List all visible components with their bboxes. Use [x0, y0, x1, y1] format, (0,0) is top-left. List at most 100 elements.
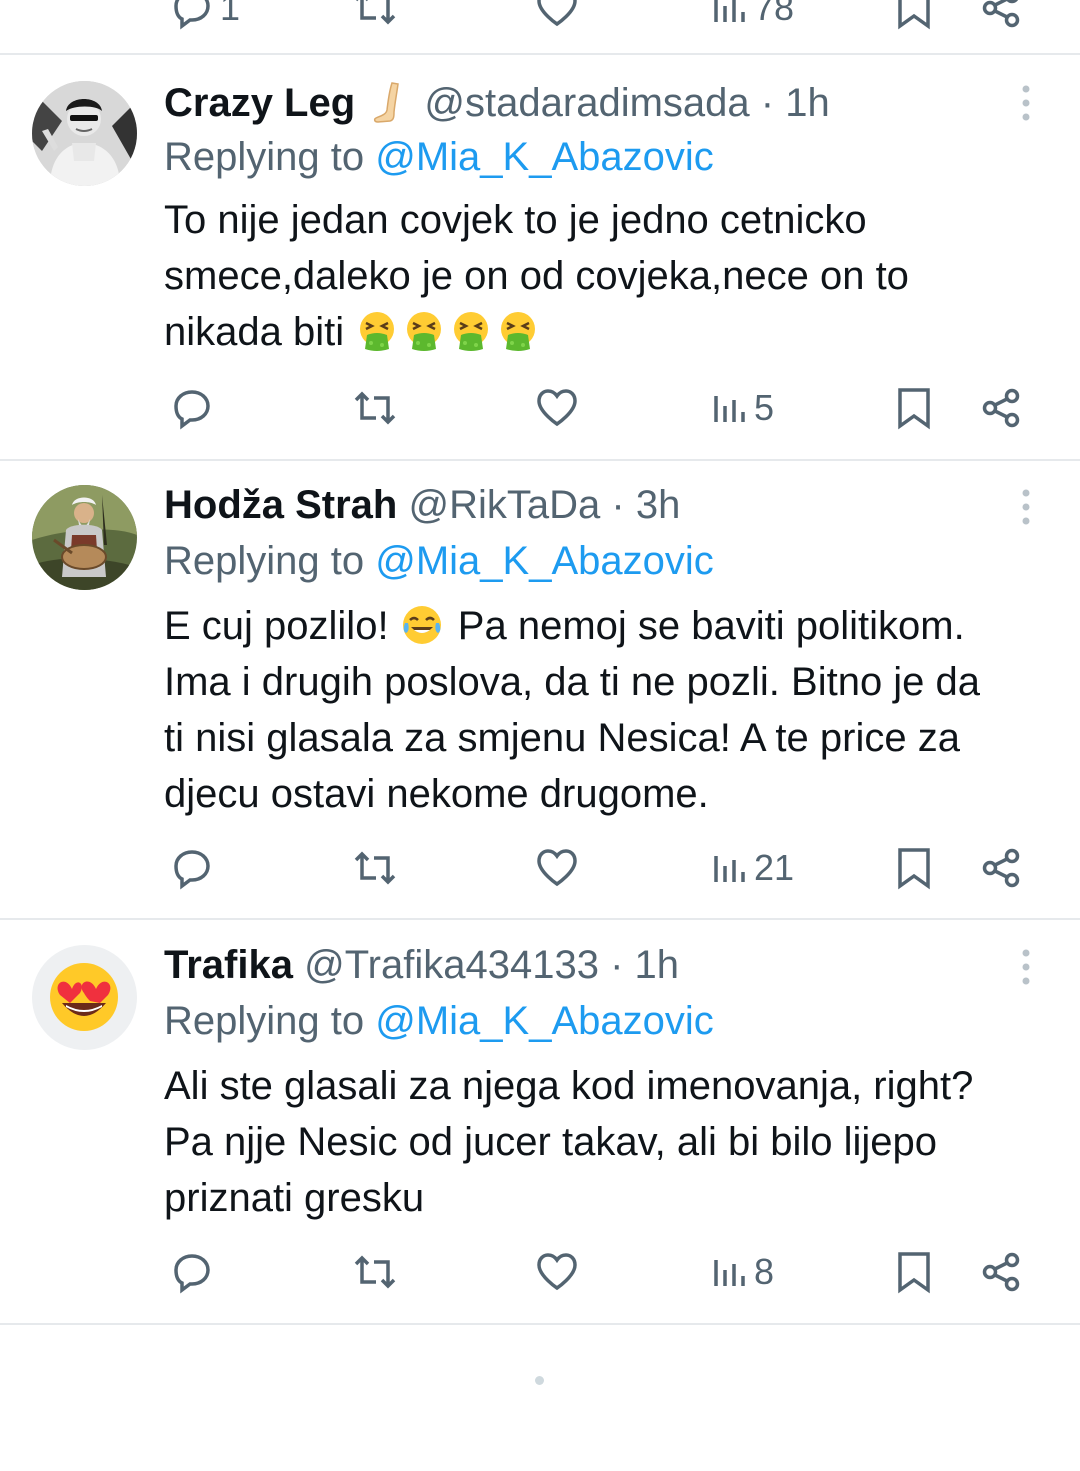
repost-icon [354, 1255, 396, 1289]
reply-button[interactable] [170, 378, 214, 438]
views-icon [714, 0, 745, 22]
timestamp[interactable]: 1h [635, 943, 680, 987]
tweet-actions: 21 [0, 838, 1080, 898]
bookmark-button[interactable] [894, 1242, 934, 1302]
share-button[interactable] [980, 838, 1024, 898]
views-button[interactable]: 8 [712, 1242, 774, 1302]
avatar-painting-drummer-icon [32, 485, 137, 590]
vomiting-face-icon [454, 312, 489, 351]
vomiting-face-emojis [355, 310, 543, 354]
reply-icon [174, 0, 210, 30]
reply-button[interactable] [170, 1242, 214, 1302]
previous-tweet-actions: 1 78 [0, 0, 1080, 30]
views-count: 21 [754, 847, 795, 888]
tweet-text: Ali ste glasali za njega kod imenovanja,… [164, 1064, 974, 1220]
share-button[interactable] [980, 378, 1024, 438]
more-options-button[interactable] [1014, 81, 1038, 125]
loading-indicator [535, 1376, 544, 1385]
bookmark-icon [898, 388, 930, 430]
avatar-photo-man-icon [32, 81, 137, 186]
bookmark-icon [898, 1252, 930, 1294]
tweet-header: Crazy Leg @stadaradimsada · 1h [164, 78, 830, 128]
share-icon [982, 848, 1020, 888]
mention-link[interactable]: @Mia_K_Abazovic [375, 999, 714, 1043]
share-icon [982, 388, 1020, 428]
repost-button[interactable] [352, 1242, 398, 1302]
replying-prefix: Replying to [164, 135, 376, 179]
repost-button[interactable] [352, 0, 398, 38]
reply-icon [174, 390, 210, 430]
avatar[interactable] [32, 485, 137, 590]
share-button[interactable] [980, 0, 1024, 38]
separator-dot: · [611, 483, 625, 527]
display-name[interactable]: Crazy Leg [164, 81, 355, 125]
more-options-button[interactable] [1014, 485, 1038, 529]
bookmark-button[interactable] [894, 838, 934, 898]
repost-icon [356, 0, 396, 25]
reply-icon [174, 850, 210, 890]
views-button[interactable]: 78 [712, 0, 794, 38]
display-name[interactable]: Hodža Strah [164, 483, 397, 527]
repost-icon [354, 851, 396, 885]
like-button[interactable] [534, 0, 580, 38]
share-button[interactable] [980, 1242, 1024, 1302]
views-button[interactable]: 5 [712, 378, 774, 438]
replying-to-line: Replying to @Mia_K_Abazovic [164, 132, 714, 182]
user-handle[interactable]: @Trafika434133 [304, 943, 599, 987]
more-icon [1022, 489, 1030, 525]
repost-button[interactable] [352, 838, 398, 898]
avatar[interactable] [32, 81, 137, 186]
replying-prefix: Replying to [164, 999, 376, 1043]
divider [0, 53, 1080, 55]
more-options-button[interactable] [1014, 945, 1038, 989]
replying-to-line: Replying to @Mia_K_Abazovic [164, 996, 714, 1046]
share-icon [982, 0, 1020, 28]
views-icon [714, 396, 745, 422]
mention-link[interactable]: @Mia_K_Abazovic [375, 135, 714, 179]
tears-of-joy-icon [402, 606, 441, 644]
reply-button[interactable] [170, 838, 214, 898]
heart-eyes-emoji-icon [32, 945, 137, 1050]
tweet-header: Trafika @Trafika434133 · 1h [164, 940, 679, 990]
views-count: 8 [754, 1251, 775, 1292]
tweet-text: To nije jedan covjek to je jedno cetnick… [164, 192, 1044, 360]
tweet-text-before-emoji: E cuj pozlilo! [164, 604, 400, 648]
divider [0, 459, 1080, 461]
timestamp[interactable]: 3h [636, 483, 681, 527]
share-icon [982, 1252, 1020, 1292]
tweet-header: Hodža Strah @RikTaDa · 3h [164, 480, 680, 530]
display-name[interactable]: Trafika [164, 943, 293, 987]
vomiting-face-icon [501, 312, 536, 351]
like-button[interactable] [534, 838, 580, 898]
like-button[interactable] [534, 1242, 580, 1302]
avatar[interactable] [32, 945, 137, 1050]
views-count: 78 [754, 0, 795, 28]
more-icon [1022, 949, 1030, 985]
tweet-actions: 5 [0, 378, 1080, 438]
more-icon [1022, 85, 1030, 121]
separator-dot: · [610, 943, 624, 987]
reply-button[interactable]: 1 [170, 0, 240, 38]
heart-icon [537, 0, 577, 27]
user-handle[interactable]: @RikTaDa [408, 483, 600, 527]
replying-to-line: Replying to @Mia_K_Abazovic [164, 536, 714, 586]
vomiting-face-icon [360, 312, 395, 351]
heart-icon [537, 389, 577, 427]
views-icon [714, 1260, 745, 1286]
tweet-text: E cuj pozlilo! Pa nemoj se baviti politi… [164, 598, 1064, 822]
timestamp[interactable]: 1h [785, 81, 830, 125]
reply-icon [174, 1254, 210, 1294]
reply-count: 1 [220, 0, 241, 28]
divider [0, 918, 1080, 920]
like-button[interactable] [534, 378, 580, 438]
heart-icon [537, 849, 577, 887]
divider [0, 1323, 1080, 1325]
bookmark-button[interactable] [894, 378, 934, 438]
views-button[interactable]: 21 [712, 838, 794, 898]
separator-dot: · [760, 81, 775, 125]
repost-button[interactable] [352, 378, 398, 438]
vomiting-face-icon [407, 312, 442, 351]
user-handle[interactable]: @stadaradimsada [424, 81, 749, 125]
mention-link[interactable]: @Mia_K_Abazovic [375, 539, 714, 583]
bookmark-button[interactable] [894, 0, 934, 38]
